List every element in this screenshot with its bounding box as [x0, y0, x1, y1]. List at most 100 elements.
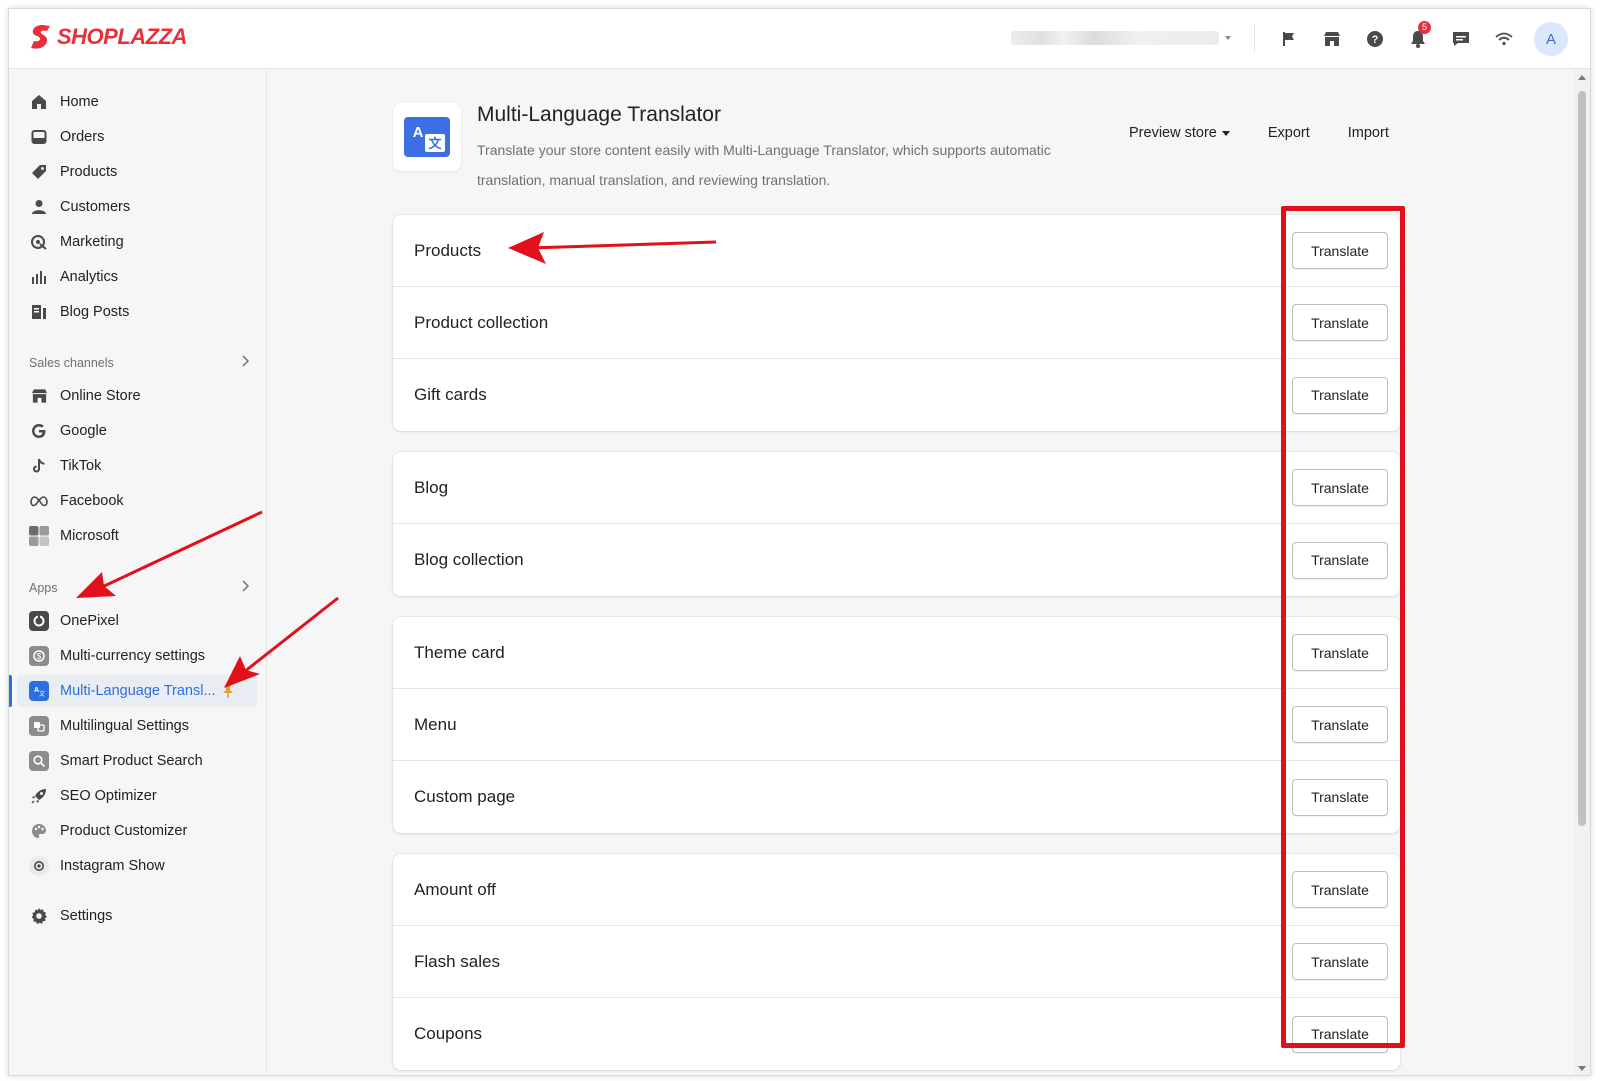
row-label: Custom page	[414, 787, 516, 806]
search-icon	[29, 751, 49, 771]
help-icon[interactable]: ?	[1353, 25, 1396, 53]
chevron-right-icon	[241, 580, 250, 595]
chat-icon[interactable]	[1439, 25, 1482, 53]
chevron-down-icon	[1225, 36, 1231, 40]
scroll-up-arrow-icon[interactable]	[1578, 75, 1586, 80]
translate-button[interactable]: Translate	[1292, 469, 1388, 506]
sidebar-item-product-customizer[interactable]: Product Customizer	[17, 815, 257, 847]
customizer-icon	[29, 821, 49, 841]
blog-icon	[29, 302, 49, 322]
sidebar-item-multilingual-settings[interactable]: Multilingual Settings	[17, 710, 257, 742]
meta-icon	[29, 491, 49, 511]
sidebar-item-label: Multi-currency settings	[60, 648, 206, 664]
sidebar-item-analytics[interactable]: Analytics	[17, 261, 257, 293]
store-selector[interactable]	[1011, 29, 1231, 47]
bell-icon[interactable]: 5	[1396, 21, 1439, 53]
list-item: Amount off Translate	[393, 854, 1400, 926]
sidebar-item-label: Instagram Show	[60, 858, 165, 874]
translate-button[interactable]: Translate	[1292, 634, 1388, 671]
instagram-icon	[29, 856, 49, 876]
export-button[interactable]: Export	[1268, 125, 1310, 141]
scroll-thumb[interactable]	[1578, 91, 1586, 826]
sales-channels-header[interactable]: Sales channels	[29, 355, 250, 370]
row-label: Products	[414, 240, 482, 260]
sidebar-item-home[interactable]: Home	[17, 86, 257, 118]
sidebar-item-label: OnePixel	[60, 613, 119, 629]
preview-store-button[interactable]: Preview store	[1129, 125, 1230, 141]
topbar-icons: ? 5	[1267, 21, 1525, 53]
scroll-down-arrow-icon[interactable]	[1578, 1066, 1586, 1071]
caret-down-icon	[1221, 131, 1230, 136]
sidebar-item-label: Smart Product Search	[60, 753, 203, 769]
list-item: Product collection Translate	[393, 287, 1400, 359]
list-item: Blog Translate	[393, 452, 1400, 524]
avatar[interactable]: A	[1534, 22, 1568, 56]
shoplazza-logo[interactable]: SHOPLAZZA	[29, 24, 187, 50]
sidebar-item-label: Home	[60, 94, 99, 110]
sidebar-item-label: Analytics	[60, 269, 119, 285]
flag-icon[interactable]	[1267, 25, 1310, 53]
translate-button[interactable]: Translate	[1292, 943, 1388, 980]
import-label: Import	[1347, 125, 1389, 141]
sidebar-item-onepixel[interactable]: OnePixel	[17, 605, 257, 637]
translate-button[interactable]: Translate	[1292, 1015, 1388, 1053]
sidebar-item-marketing[interactable]: Marketing	[17, 226, 257, 258]
sidebar-item-online-store[interactable]: Online Store	[17, 380, 257, 412]
import-button[interactable]: Import	[1348, 125, 1389, 141]
row-label: Theme card	[414, 642, 505, 662]
translator-app-logo: A 文	[393, 103, 461, 171]
sidebar: Home Orders Products Customers Marketing…	[9, 69, 267, 1075]
sidebar-item-label: Facebook	[60, 493, 124, 509]
translate-button[interactable]: Translate	[1292, 376, 1388, 414]
sidebar-item-google[interactable]: Google	[17, 415, 257, 447]
sidebar-item-microsoft[interactable]: Microsoft	[17, 520, 257, 552]
home-icon	[29, 92, 49, 112]
sidebar-item-label: Customers	[60, 199, 131, 215]
list-item: Products Translate	[393, 215, 1400, 287]
list-item: Custom page Translate	[393, 761, 1400, 833]
sidebar-item-orders[interactable]: Orders	[17, 121, 257, 153]
main-content: A 文 Multi-Language Translator Translate …	[267, 69, 1572, 1075]
translate-button[interactable]: Translate	[1292, 778, 1388, 816]
sidebar-item-products[interactable]: Products	[17, 156, 257, 188]
person-icon	[29, 197, 49, 217]
list-item: Theme card Translate	[393, 617, 1400, 689]
list-item: Flash sales Translate	[393, 926, 1400, 998]
sidebar-item-blog-posts[interactable]: Blog Posts	[17, 296, 257, 328]
list-item: Blog collection Translate	[393, 524, 1400, 596]
sidebar-item-smart-product-search[interactable]: Smart Product Search	[17, 745, 257, 777]
sidebar-item-customers[interactable]: Customers	[17, 191, 257, 223]
chevron-right-icon	[241, 355, 250, 370]
row-label: Blog collection	[414, 550, 524, 569]
sidebar-item-seo-optimizer[interactable]: SEO Optimizer	[17, 780, 257, 812]
sidebar-item-label: Microsoft	[60, 528, 119, 544]
sidebar-item-tiktok[interactable]: TikTok	[17, 450, 257, 482]
pin-icon[interactable]	[222, 684, 234, 698]
store-icon[interactable]	[1310, 25, 1353, 53]
gear-icon	[29, 906, 49, 926]
list-item: Coupons Translate	[393, 998, 1400, 1070]
top-bar: SHOPLAZZA ? 5 A	[9, 9, 1590, 69]
sidebar-item-instagram-show[interactable]: Instagram Show	[17, 850, 257, 882]
sidebar-item-settings[interactable]: Settings	[17, 900, 257, 932]
translate-button[interactable]: Translate	[1292, 304, 1388, 341]
row-label: Coupons	[414, 1024, 483, 1043]
apps-header[interactable]: Apps	[29, 580, 250, 595]
brand-name: SHOPLAZZA	[57, 24, 187, 49]
vertical-scrollbar[interactable]	[1573, 69, 1590, 1075]
translate-button[interactable]: Translate	[1292, 232, 1388, 269]
row-label: Gift cards	[414, 385, 487, 404]
page-description: Translate your store content easily with…	[477, 142, 1051, 188]
sidebar-item-label: Settings	[60, 908, 113, 924]
translate-button[interactable]: Translate	[1292, 871, 1388, 908]
sidebar-item-multi-currency[interactable]: $ Multi-currency settings	[17, 640, 257, 672]
sidebar-item-facebook[interactable]: Facebook	[17, 485, 257, 517]
wifi-icon[interactable]	[1482, 25, 1525, 53]
shoplazza-logo-icon	[29, 24, 53, 50]
sidebar-item-label: Products	[60, 164, 118, 180]
translate-button[interactable]: Translate	[1292, 541, 1388, 579]
translate-button[interactable]: Translate	[1292, 706, 1388, 743]
onepixel-icon	[29, 611, 49, 631]
sidebar-item-multi-language-translator[interactable]: A文 Multi-Language Transl...	[9, 675, 257, 707]
sidebar-item-label: Multilingual Settings	[60, 718, 189, 734]
